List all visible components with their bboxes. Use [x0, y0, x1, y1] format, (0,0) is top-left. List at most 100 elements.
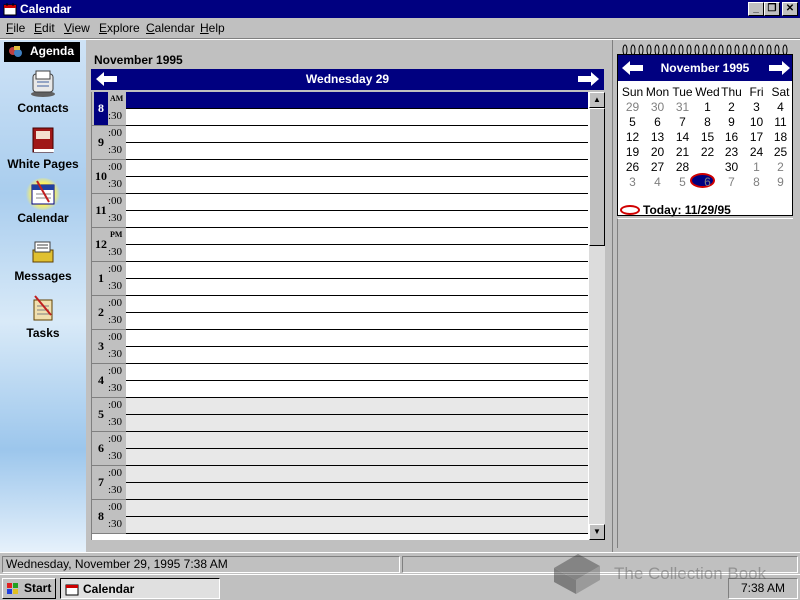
scroll-down-button[interactable]: ▼	[589, 524, 605, 540]
day-cell[interactable]: 18	[768, 130, 793, 144]
day-cell[interactable]: 29	[620, 100, 645, 114]
time-slot[interactable]	[126, 432, 588, 449]
day-cell[interactable]: 5	[620, 115, 645, 129]
sidebar-item-white-pages[interactable]: White Pages	[0, 124, 86, 171]
time-slot[interactable]	[126, 143, 588, 160]
agenda-button[interactable]: Agenda	[4, 42, 80, 62]
next-day-arrow-icon[interactable]	[577, 72, 599, 86]
day-cell[interactable]: 11	[768, 115, 793, 129]
day-cell[interactable]: 31	[670, 100, 695, 114]
time-slot[interactable]	[126, 313, 588, 330]
taskbar-calendar-button[interactable]: Calendar	[60, 578, 220, 599]
next-month-arrow-icon[interactable]	[768, 61, 790, 75]
day-cell[interactable]: 14	[670, 130, 695, 144]
menu-view[interactable]: View	[64, 21, 90, 35]
time-slot[interactable]	[126, 364, 588, 381]
day-cell[interactable]: 17	[744, 130, 769, 144]
day-cell[interactable]: 24	[744, 145, 769, 159]
day-cell[interactable]: 16	[719, 130, 744, 144]
time-slot[interactable]	[126, 415, 588, 432]
time-slot[interactable]	[126, 296, 588, 313]
day-cell[interactable]: 9	[719, 115, 744, 129]
today-indicator[interactable]: Today: 11/29/95	[620, 203, 731, 217]
sidebar-item-calendar[interactable]: Calendar	[0, 178, 86, 225]
time-slot[interactable]	[126, 126, 588, 143]
time-slot[interactable]	[126, 279, 588, 296]
start-button[interactable]: Start	[2, 578, 56, 599]
day-cell[interactable]: 30	[719, 160, 744, 174]
time-slot[interactable]	[126, 398, 588, 415]
day-cell[interactable]: 8	[695, 115, 720, 129]
scroll-up-button[interactable]: ▲	[589, 92, 605, 108]
day-cell[interactable]: 10	[744, 115, 769, 129]
sidebar-item-messages[interactable]: Messages	[0, 236, 86, 283]
day-cell[interactable]: 6	[645, 115, 670, 129]
time-slot[interactable]	[126, 330, 588, 347]
day-cell[interactable]: 4	[645, 175, 670, 189]
phonebook-icon	[32, 127, 54, 153]
sidebar-item-tasks[interactable]: Tasks	[0, 293, 86, 340]
time-slot[interactable]	[126, 92, 588, 109]
menu-file[interactable]: File	[6, 21, 25, 35]
menu-edit[interactable]: Edit	[34, 21, 55, 35]
day-cell[interactable]: 22	[695, 145, 720, 159]
time-slot[interactable]	[126, 160, 588, 177]
time-slot[interactable]	[126, 517, 588, 534]
day-cell[interactable]: 7	[670, 115, 695, 129]
time-slot[interactable]	[126, 109, 588, 126]
sidebar-label-contacts: Contacts	[17, 101, 69, 115]
day-cell[interactable]: 1	[695, 100, 720, 114]
minute-label: :00	[108, 433, 123, 445]
minimize-button[interactable]: _	[748, 2, 764, 16]
day-scrollbar[interactable]: ▲ ▼	[589, 92, 605, 540]
menu-calendar[interactable]: Calendar	[146, 21, 195, 35]
day-cell[interactable]: 3	[744, 100, 769, 114]
time-slot[interactable]	[126, 347, 588, 364]
day-cell[interactable]: 12	[620, 130, 645, 144]
time-slot[interactable]	[126, 262, 588, 279]
time-slot[interactable]	[126, 177, 588, 194]
day-cell-today[interactable]: 29	[695, 160, 720, 174]
day-cell[interactable]: 3	[620, 175, 645, 189]
day-cell[interactable]: 5	[670, 175, 695, 189]
menu-help[interactable]: Help	[200, 21, 225, 35]
day-cell[interactable]: 23	[719, 145, 744, 159]
day-cell[interactable]: 1	[744, 160, 769, 174]
sidebar-label-white-pages: White Pages	[7, 157, 79, 171]
restore-button[interactable]: ❐	[764, 2, 780, 16]
menu-explore[interactable]: Explore	[99, 21, 140, 35]
day-cell[interactable]: 27	[645, 160, 670, 174]
day-cell[interactable]: 21	[670, 145, 695, 159]
day-header: Wednesday 29	[91, 69, 604, 90]
close-button[interactable]: ✕	[782, 2, 798, 16]
day-cell[interactable]: 8	[744, 175, 769, 189]
time-slot[interactable]	[126, 381, 588, 398]
time-slot[interactable]	[126, 466, 588, 483]
scroll-thumb[interactable]	[589, 108, 605, 246]
day-cell[interactable]: 28	[670, 160, 695, 174]
day-cell[interactable]: 13	[645, 130, 670, 144]
day-cell[interactable]: 30	[645, 100, 670, 114]
day-cell[interactable]: 20	[645, 145, 670, 159]
day-cell[interactable]: 26	[620, 160, 645, 174]
time-slot[interactable]	[126, 194, 588, 211]
time-slot[interactable]	[126, 449, 588, 466]
time-grid[interactable]: 8 AM:30 9:00:30 10:00:30 11:00:30 12 PM:30 1:00…	[91, 92, 589, 540]
day-cell[interactable]: 2	[768, 160, 793, 174]
sidebar-item-contacts[interactable]: Contacts	[0, 68, 86, 115]
day-cell[interactable]: 7	[719, 175, 744, 189]
day-cell[interactable]: 6	[695, 175, 720, 189]
weekday-label: Sat	[771, 85, 790, 99]
day-cell[interactable]: 19	[620, 145, 645, 159]
time-slot[interactable]	[126, 228, 588, 245]
day-cell[interactable]: 2	[719, 100, 744, 114]
day-cell[interactable]: 25	[768, 145, 793, 159]
day-cell[interactable]: 15	[695, 130, 720, 144]
time-slot[interactable]	[126, 245, 588, 262]
day-cell[interactable]: 4	[768, 100, 793, 114]
time-slot[interactable]	[126, 483, 588, 500]
hour-number: 6	[98, 441, 104, 455]
time-slot[interactable]	[126, 500, 588, 517]
day-cell[interactable]: 9	[768, 175, 793, 189]
time-slot[interactable]	[126, 211, 588, 228]
